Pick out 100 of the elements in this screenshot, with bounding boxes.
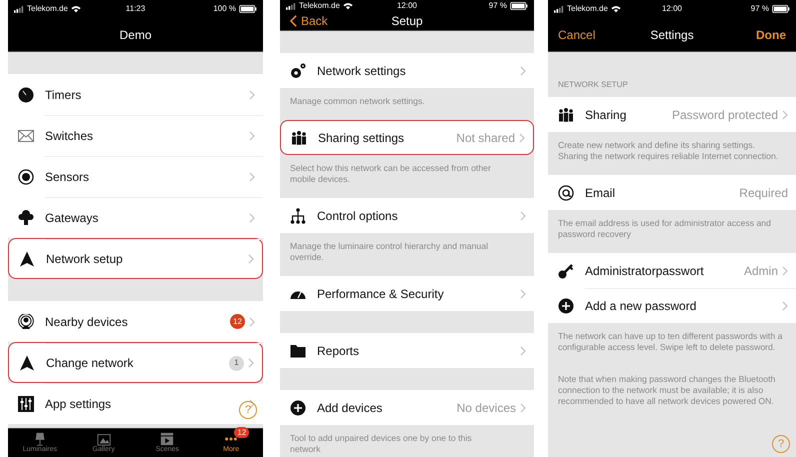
cancel-button[interactable]: Cancel	[558, 26, 596, 44]
picture-icon	[96, 432, 111, 446]
chevron-icon	[248, 358, 254, 368]
battery-percent: 97 %	[750, 3, 770, 15]
chevron-icon	[520, 210, 526, 220]
row-label: Nearby devices	[45, 314, 129, 330]
gears-icon	[290, 62, 306, 78]
section-footnote: Create new network and define its sharing settings. Sharing the network requires reliable Internet connection.	[557, 139, 780, 163]
settings-row[interactable]: Sharing Password protected	[548, 97, 796, 132]
signal-icon	[554, 6, 564, 12]
people-icon	[558, 106, 574, 122]
chevron-icon	[782, 110, 788, 120]
cloud-icon	[18, 210, 34, 226]
navigation-arrow-icon	[19, 354, 35, 370]
battery-icon	[239, 5, 257, 13]
signal-icon	[286, 2, 296, 10]
battery-icon	[510, 2, 528, 10]
signal-icon	[14, 6, 24, 12]
wifi-icon	[610, 5, 621, 13]
section-footnote: The network can have up to ten different passwords with a configurable access level. Swipe left to delete password.	[557, 330, 784, 354]
wifi-icon	[342, 2, 353, 10]
row-label: Sensors	[45, 169, 90, 186]
section-footnote: The email address is used for administrator access and password recovery	[557, 217, 772, 241]
plus-icon	[290, 400, 306, 416]
battery-percent: 100 %	[213, 3, 236, 15]
row-label: Switches	[45, 128, 94, 145]
carrier-name: Telekom.de	[567, 3, 608, 15]
highlighted-settings-row[interactable]: Sharing settings Not shared	[280, 120, 534, 155]
back-button[interactable]: Back	[290, 12, 328, 30]
at-sign-icon	[558, 184, 574, 200]
row-label: Network settings	[317, 62, 407, 80]
sliders-icon	[18, 396, 34, 412]
settings-row[interactable]: Performance & Security	[280, 276, 534, 311]
section-footnote: Note that when making password changes the Bluetooth connection to the network must be available; it is also recommended to have all network devices powered ON.	[557, 373, 776, 408]
row-value: Admin	[744, 262, 778, 280]
row-value: Password protected	[672, 106, 778, 124]
chevron-icon	[248, 254, 254, 264]
folder-icon	[290, 342, 306, 358]
highlighted-settings-row[interactable]: Network setup	[8, 238, 263, 279]
settings-row[interactable]: Administratorpasswort Admin	[548, 253, 796, 288]
settings-row[interactable]: Sensors	[8, 156, 263, 197]
chevron-icon	[249, 172, 255, 182]
settings-row[interactable]: Switches	[8, 115, 263, 156]
status-time: 11:23	[126, 3, 146, 15]
row-label: Change network	[46, 355, 134, 372]
hierarchy-icon	[290, 208, 306, 224]
row-label: Sharing	[585, 106, 628, 124]
row-label: Performance & Security	[317, 286, 445, 302]
settings-row[interactable]: Nearby devices 12	[8, 301, 263, 342]
settings-row[interactable]: Control options	[280, 198, 534, 233]
count-badge: 1	[229, 356, 244, 370]
settings-row[interactable]: Reports	[280, 333, 534, 368]
row-label: Sharing settings	[318, 130, 406, 146]
section-header: NETWORK SETUP	[557, 79, 629, 91]
row-label: Gateways	[45, 210, 100, 227]
section-footnote: Select how this network can be accessed from other mobile devices.	[289, 162, 492, 186]
broadcast-icon	[18, 314, 34, 330]
plus-icon	[558, 298, 574, 314]
row-label: Network setup	[46, 251, 124, 268]
navigation-arrow-icon	[19, 250, 35, 266]
row-label: Add devices	[317, 400, 384, 416]
battery-percent: 97 %	[488, 0, 508, 12]
chevron-icon	[249, 90, 255, 100]
status-time: 12:00	[662, 3, 682, 15]
battery-icon	[772, 5, 790, 13]
wifi-icon	[70, 5, 81, 13]
screen-title: Demo	[120, 26, 152, 44]
settings-row[interactable]: Timers	[8, 74, 263, 115]
settings-row[interactable]: Add devices No devices	[280, 390, 534, 425]
status-time: 12:00	[396, 0, 418, 12]
settings-row[interactable]: Network settings	[280, 53, 534, 88]
chevron-icon	[782, 301, 788, 311]
row-label: Administratorpasswort	[585, 262, 705, 280]
chevron-icon	[249, 316, 255, 326]
target-icon	[18, 168, 34, 184]
screen-title: Settings	[650, 26, 694, 44]
lamp-icon	[32, 432, 47, 446]
row-label: Add a new password	[585, 298, 698, 315]
settings-row[interactable]: Gateways	[8, 197, 263, 238]
chevron-icon	[782, 266, 788, 276]
row-label: Control options	[317, 208, 399, 224]
section-footnote: Tool to add unpaired devices one by one to this network	[289, 432, 473, 456]
done-button[interactable]: Done	[756, 26, 786, 44]
section-footnote: Manage the luminaire control hierarchy and manual override.	[289, 240, 489, 264]
row-value: Not shared	[456, 130, 515, 146]
notification-badge: 12	[234, 427, 250, 438]
row-label: Reports	[317, 342, 360, 360]
chevron-icon	[249, 131, 255, 141]
settings-row[interactable]: Add a new password	[548, 288, 796, 323]
chevron-icon	[249, 399, 255, 409]
row-value: Required	[739, 184, 788, 202]
back-chevron-icon	[290, 15, 297, 27]
chevron-icon	[520, 346, 526, 356]
highlighted-settings-row[interactable]: Change network 1	[8, 342, 263, 383]
settings-row[interactable]: Email Required	[548, 175, 796, 210]
chevron-icon	[520, 288, 526, 298]
chevron-icon	[249, 213, 255, 223]
chevron-icon	[519, 132, 525, 142]
carrier-name: Telekom.de	[27, 3, 68, 15]
key-icon	[558, 262, 574, 278]
